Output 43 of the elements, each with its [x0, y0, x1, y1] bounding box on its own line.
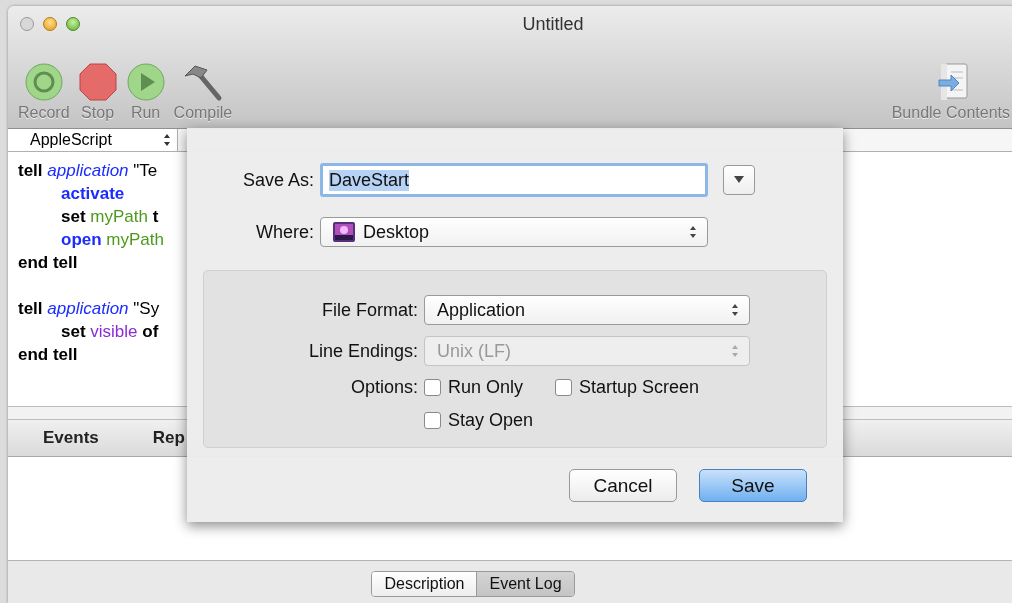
code-line: tell application "Te [18, 161, 158, 180]
code-line: activate [61, 184, 125, 203]
checkbox-label: Stay Open [448, 410, 534, 431]
file-format-popup[interactable]: Application [424, 295, 750, 325]
expand-button[interactable] [723, 165, 755, 195]
language-popup[interactable]: AppleScript [8, 129, 178, 151]
minimize-button[interactable] [43, 17, 57, 31]
field-label: Where: [254, 221, 315, 243]
where-popup[interactable]: Desktop [320, 217, 708, 247]
log-tab[interactable]: Rep [152, 428, 185, 448]
checkbox[interactable] [555, 379, 573, 396]
close-button[interactable] [20, 17, 34, 31]
field-label: File Format: [321, 299, 419, 321]
code-line: set visible of [61, 322, 159, 341]
dialog-button[interactable]: Cancel [569, 469, 677, 502]
dialog-button[interactable]: Save [699, 469, 807, 502]
desktop-folder-icon [333, 222, 355, 242]
record-icon [23, 62, 64, 102]
checkbox[interactable] [424, 379, 441, 396]
play-icon [125, 62, 166, 102]
log-tab[interactable]: Events [43, 428, 99, 448]
field-label: Line Endings: [307, 340, 419, 362]
code-line: end tell [18, 345, 78, 364]
checkbox[interactable] [424, 412, 441, 429]
caret-down-icon [734, 176, 744, 184]
field-label: Save As: [241, 169, 315, 191]
view-tab[interactable]: Event Log [476, 571, 574, 596]
up-down-arrows-icon [689, 225, 697, 239]
up-down-arrows-icon [731, 303, 739, 317]
view-tab[interactable]: Description [372, 571, 477, 596]
stop-icon [77, 62, 118, 102]
field-label: Options: [349, 377, 419, 398]
checkbox-label: Startup Screen [579, 377, 700, 398]
code-line: end tell [18, 253, 78, 272]
code-line: set myPath t [61, 207, 159, 226]
window-title: Untitled [522, 13, 584, 35]
save-as-field[interactable]: DaveStart [320, 163, 708, 197]
up-down-arrows-icon [163, 133, 171, 147]
zoom-button[interactable] [66, 17, 80, 31]
code-line: tell application "Sy [18, 299, 160, 318]
checkbox-label: Run Only [448, 377, 524, 398]
up-down-arrows-icon [731, 344, 739, 358]
code-line: open myPath [61, 230, 164, 249]
